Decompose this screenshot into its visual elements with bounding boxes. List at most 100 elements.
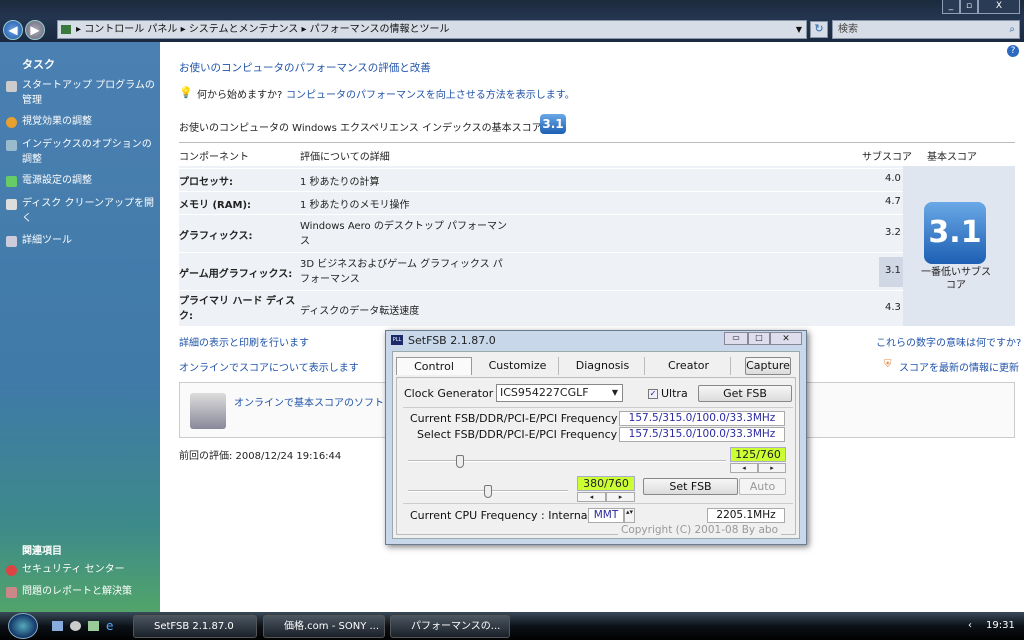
online-software-link[interactable]: オンラインで基本スコアのソフトウ	[234, 394, 394, 409]
col-header-detail: 評価についての詳細	[300, 152, 390, 163]
power-icon	[6, 176, 17, 187]
capture-button[interactable]: Capture	[745, 357, 791, 375]
disk-cleanup-icon	[6, 199, 17, 210]
title-bar: _ ▫ X	[0, 0, 1024, 18]
cpu-mode-spinner[interactable]: ▴▾	[624, 508, 635, 523]
task-startup-programs[interactable]: スタートアップ プログラムの管理	[22, 78, 156, 108]
component-detail: 1 秒あたりの計算	[300, 177, 380, 188]
ultra-checkbox[interactable]: ✓	[648, 389, 658, 399]
clock[interactable]: 19:31	[986, 620, 1015, 631]
lightbulb-icon: 💡	[179, 86, 193, 99]
component-name: メモリ (RAM):	[179, 200, 252, 211]
show-desktop-icon[interactable]	[52, 621, 63, 631]
security-center-icon	[6, 565, 17, 576]
chevron-down-icon: ▼	[611, 388, 618, 397]
fine-decrement-button[interactable]: ◂	[577, 492, 606, 502]
minimize-button[interactable]: _	[942, 0, 960, 14]
get-fsb-button[interactable]: Get FSB	[698, 385, 792, 402]
subscore: 4.7	[885, 196, 901, 207]
dialog-close-button[interactable]: ✕	[770, 332, 802, 345]
fsb-decrement-button[interactable]: ◂	[730, 463, 758, 473]
task-visual-effects[interactable]: 視覚効果の調整	[22, 114, 156, 129]
shield-icon: ⛨	[884, 359, 892, 370]
clock-generator-select[interactable]: ICS954227CGLF ▼	[496, 384, 623, 402]
auto-button[interactable]: Auto	[739, 478, 786, 495]
setfsb-window: PLL SetFSB 2.1.87.0 ▭ □ ✕ Control Custom…	[385, 330, 807, 545]
component-name: ゲーム用グラフィックス:	[179, 269, 293, 280]
back-button[interactable]: ◀	[3, 20, 23, 40]
task-advanced-tools[interactable]: 詳細ツール	[22, 233, 156, 248]
improve-performance-link[interactable]: コンピュータのパフォーマンスを向上させる方法を表示します。	[286, 86, 575, 101]
tab-control[interactable]: Control	[396, 357, 472, 375]
fine-slider-thumb[interactable]	[484, 485, 492, 498]
control-panel-icon	[61, 25, 71, 34]
quicklaunch-icon[interactable]	[88, 621, 99, 631]
close-button[interactable]: X	[978, 0, 1020, 14]
task-label: パフォーマンスの...	[411, 621, 501, 632]
cpu-mode-value[interactable]: MMT	[588, 508, 624, 523]
related-security-center[interactable]: セキュリティ センター	[22, 562, 156, 577]
address-bar[interactable]: ▸ コントロール パネル ▸ システムとメンテナンス ▸ パフォーマンスの情報と…	[57, 20, 807, 39]
dialog-minimize-button[interactable]: ▭	[724, 332, 748, 345]
ie-icon[interactable]: e	[106, 619, 113, 633]
tab-customize[interactable]: Customize	[477, 357, 559, 375]
dialog-maximize-button[interactable]: □	[748, 332, 770, 345]
startup-icon	[6, 81, 17, 92]
visual-effects-icon	[6, 117, 17, 128]
subscore: 4.0	[885, 173, 901, 184]
related-problem-reports[interactable]: 問題のレポートと解決策	[22, 584, 156, 599]
base-score-label: お使いのコンピュータの Windows エクスペリエンス インデックスの基本スコ…	[179, 123, 546, 134]
start-button[interactable]	[8, 613, 38, 639]
task-pane: タスク スタートアップ プログラムの管理 視覚効果の調整 インデックスのオプショ…	[0, 42, 160, 612]
tab-diagnosis[interactable]: Diagnosis	[561, 357, 645, 375]
tray-expand-icon[interactable]: ‹	[968, 620, 972, 631]
breadcrumb-item[interactable]: システムとメンテナンス	[189, 24, 299, 35]
taskbar-item-browser[interactable]: 価格.com - SONY ...	[263, 615, 385, 638]
col-header-subscore: サブスコア	[862, 152, 912, 163]
task-label: SetFSB 2.1.87.0	[154, 621, 234, 632]
online-scores-link[interactable]: オンラインでスコアについて表示します	[179, 359, 359, 374]
fsb-slider-thumb[interactable]	[456, 455, 465, 468]
component-name: プロセッサ:	[179, 177, 233, 188]
search-icon[interactable]: ⌕	[1009, 21, 1015, 38]
task-power-settings[interactable]: 電源設定の調整	[22, 173, 156, 188]
base-score-caption: 一番低いサブスコア	[921, 267, 991, 291]
refresh-icon[interactable]: ↻	[810, 21, 828, 38]
current-frequency-value: 157.5/315.0/100.0/33.3MHz	[619, 411, 785, 426]
update-score-link[interactable]: スコアを最新の情報に更新	[899, 359, 1019, 374]
print-details-link[interactable]: 詳細の表示と印刷を行います	[179, 334, 309, 349]
restore-button[interactable]: ▫	[960, 0, 978, 14]
help-icon[interactable]: ?	[1007, 45, 1019, 57]
task-indexing-options[interactable]: インデックスのオプションの調整	[22, 137, 156, 167]
taskbar-item-performance[interactable]: パフォーマンスの...	[390, 615, 510, 638]
task-disk-cleanup[interactable]: ディスク クリーンアップを開く	[22, 196, 156, 226]
dialog-title: SetFSB 2.1.87.0	[408, 334, 496, 347]
last-rating-text: 前回の評価: 2008/12/24 19:16:44	[179, 451, 342, 462]
subscore-lowest: 3.1	[885, 265, 901, 276]
cpu-frequency-value: 2205.1MHz	[707, 508, 785, 523]
clock-generator-value: ICS954227CGLF	[500, 386, 589, 399]
software-box-icon	[190, 393, 226, 429]
fsb-increment-button[interactable]: ▸	[758, 463, 786, 473]
dropdown-arrow-icon[interactable]: ▼	[796, 21, 802, 38]
set-fsb-button[interactable]: Set FSB	[643, 478, 738, 495]
col-header-basescore: 基本スコア	[927, 152, 977, 163]
base-score-large-badge: 3.1	[924, 202, 986, 264]
breadcrumb: ▸ コントロール パネル ▸ システムとメンテナンス ▸ パフォーマンスの情報と…	[76, 24, 450, 35]
search-placeholder: 検索	[838, 24, 858, 35]
forward-button[interactable]: ▶	[25, 20, 45, 40]
component-name: プライマリ ハード ディスク:	[179, 296, 296, 322]
taskbar-item-setfsb[interactable]: SetFSB 2.1.87.0	[133, 615, 257, 638]
score-meaning-link[interactable]: これらの数字の意味は何ですか?	[876, 334, 1021, 349]
fine-increment-button[interactable]: ▸	[606, 492, 635, 502]
dialog-body: Control Customize Diagnosis Creator Capt…	[392, 351, 800, 539]
tab-creator[interactable]: Creator	[647, 357, 731, 375]
table-row: プライマリ ハード ディスク: ディスクのデータ転送速度 4.3	[179, 290, 903, 326]
search-input[interactable]: 検索 ⌕	[832, 20, 1020, 39]
breadcrumb-item[interactable]: パフォーマンスの情報とツール	[310, 24, 450, 35]
quicklaunch-icon[interactable]	[70, 621, 81, 631]
component-detail: 1 秒あたりのメモリ操作	[300, 200, 410, 211]
breadcrumb-item[interactable]: コントロール パネル	[84, 24, 177, 35]
related-heading: 関連項目	[22, 546, 62, 557]
base-score-badge: 3.1	[540, 114, 566, 134]
